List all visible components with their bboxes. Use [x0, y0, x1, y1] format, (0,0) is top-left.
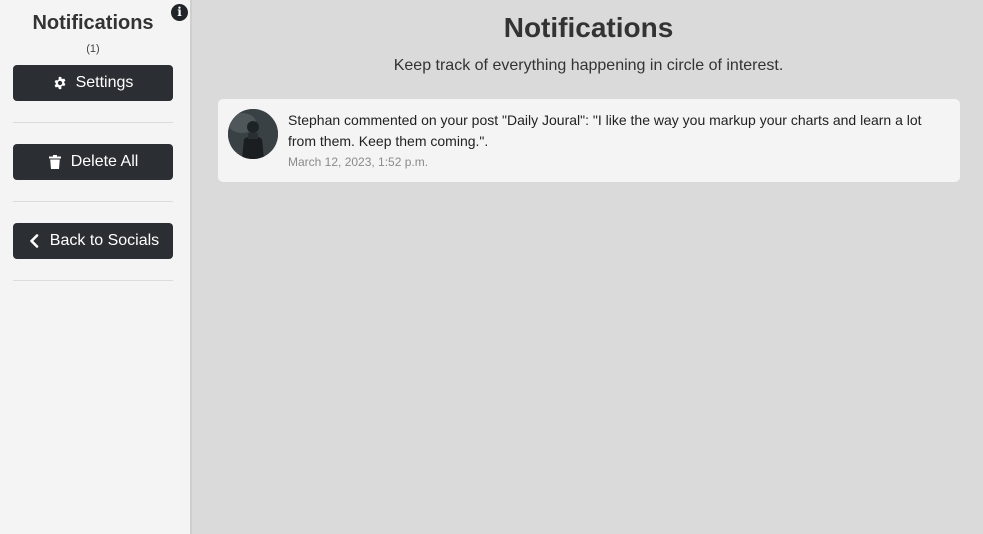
divider: [13, 280, 173, 281]
trash-icon: [48, 155, 62, 169]
settings-label: Settings: [75, 74, 134, 91]
notification-count: (1): [86, 43, 100, 55]
back-to-socials-label: Back to Socials: [49, 232, 160, 249]
notification-card[interactable]: Stephan commented on your post "Daily Jo…: [218, 99, 960, 182]
delete-all-button[interactable]: Delete All: [13, 144, 173, 180]
gear-icon: [53, 76, 67, 90]
delete-all-label: Delete All: [70, 153, 139, 170]
page-title: Notifications: [503, 12, 674, 43]
sidebar: Notifications (1) i Settings Delete All …: [0, 0, 192, 534]
avatar[interactable]: [228, 109, 278, 159]
notification-timestamp: March 12, 2023, 1:52 p.m.: [288, 155, 429, 169]
page-subtitle: Keep track of everything happening in ci…: [393, 57, 784, 74]
settings-button[interactable]: Settings: [13, 65, 173, 101]
info-icon[interactable]: i: [171, 4, 188, 21]
chevron-left-icon: [27, 234, 41, 248]
notification-text: Stephan commented on your post "Daily Jo…: [288, 112, 922, 149]
sidebar-title: Notifications: [32, 12, 154, 34]
divider: [13, 201, 173, 202]
divider: [13, 122, 173, 123]
back-to-socials-button[interactable]: Back to Socials: [13, 223, 173, 259]
